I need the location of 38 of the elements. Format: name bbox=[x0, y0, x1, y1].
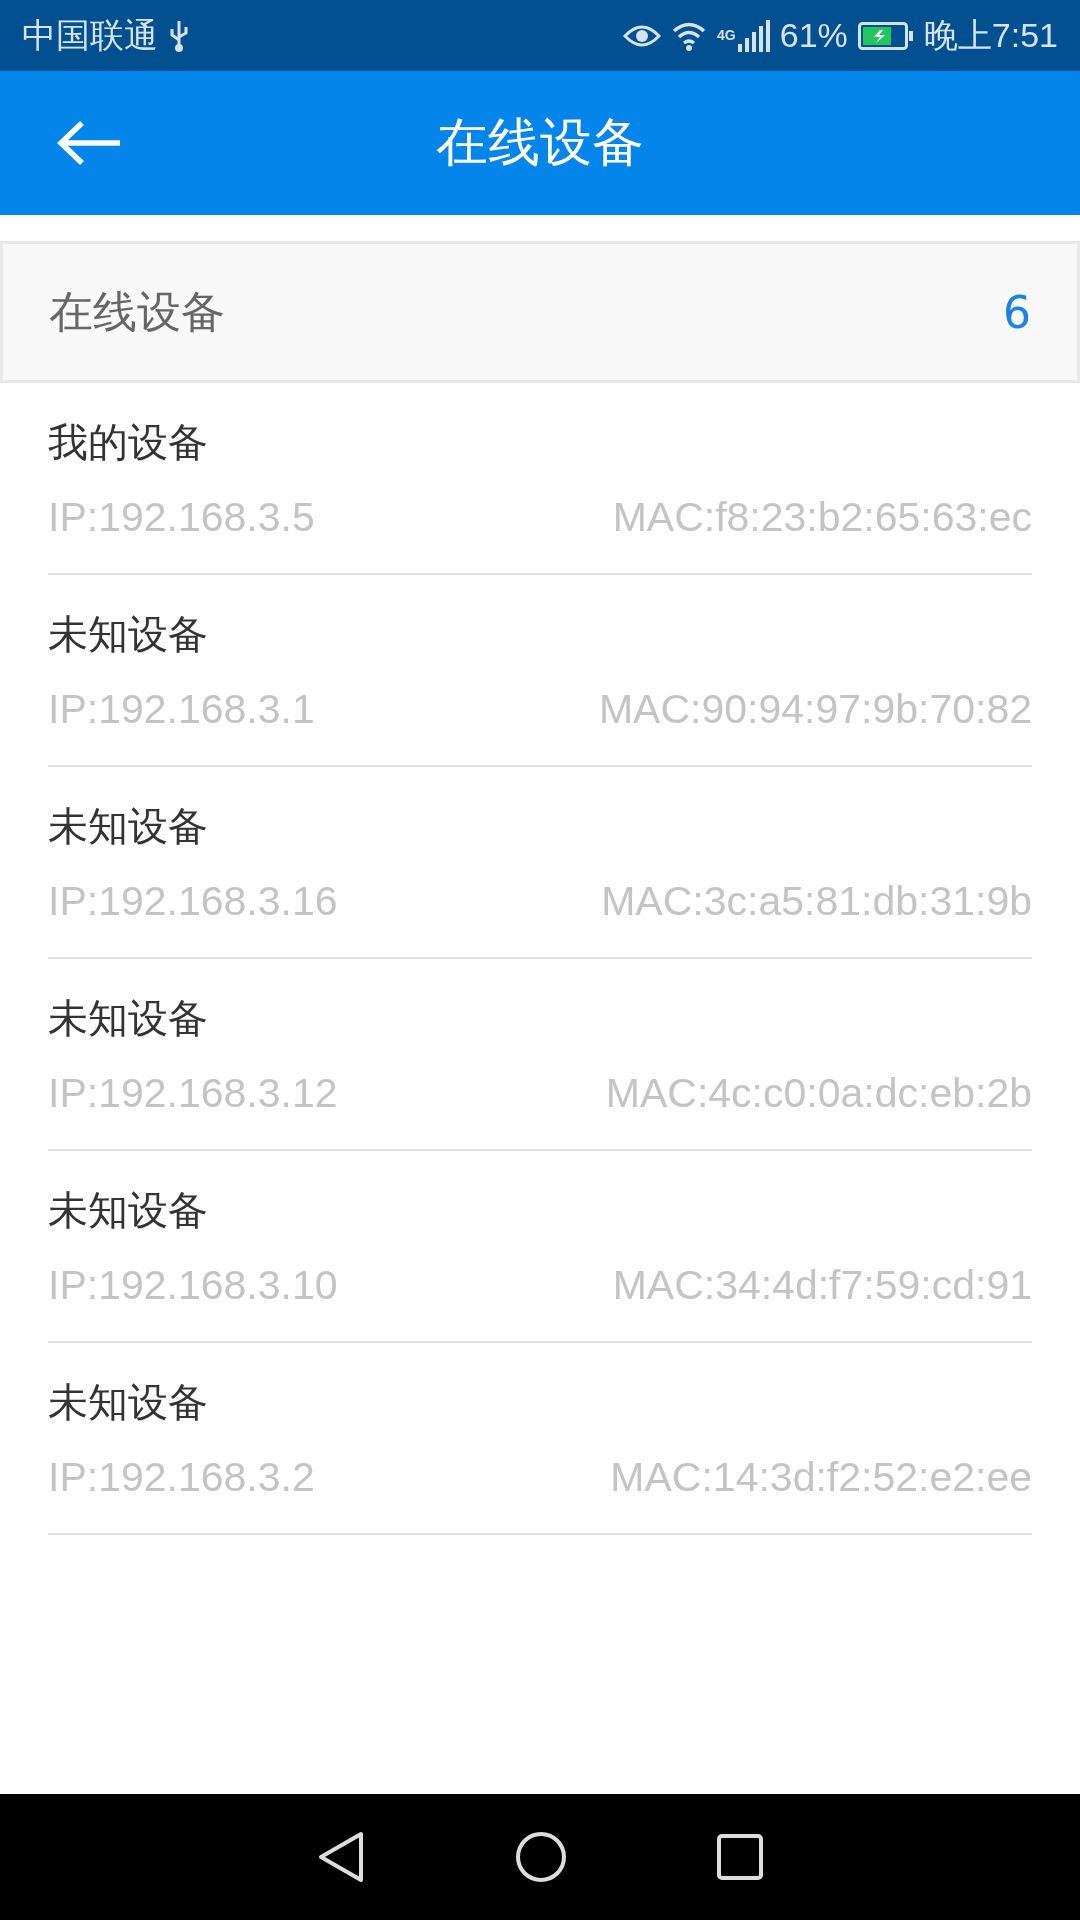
device-item[interactable]: 未知设备 IP:192.168.3.1 MAC:90:94:97:9b:70:82 bbox=[48, 575, 1032, 767]
back-nav-button[interactable] bbox=[317, 1831, 365, 1883]
ip-address: IP:192.168.3.12 bbox=[48, 1070, 338, 1117]
battery-icon bbox=[857, 21, 914, 50]
device-name: 未知设备 bbox=[48, 802, 209, 851]
recents-nav-button[interactable] bbox=[717, 1834, 763, 1880]
signal-icon bbox=[737, 19, 770, 52]
network-type: 4G bbox=[717, 26, 736, 43]
clock-time: 晚上7:51 bbox=[923, 14, 1058, 56]
device-name: 未知设备 bbox=[48, 994, 209, 1043]
summary-label: 在线设备 bbox=[49, 284, 225, 339]
ip-address: IP:192.168.3.1 bbox=[48, 686, 315, 733]
device-item[interactable]: 未知设备 IP:192.168.3.10 MAC:34:4d:f7:59:cd:91 bbox=[48, 1151, 1032, 1343]
device-name: 未知设备 bbox=[48, 1378, 209, 1427]
ip-address: IP:192.168.3.16 bbox=[48, 878, 338, 925]
device-item[interactable]: 未知设备 IP:192.168.3.2 MAC:14:3d:f2:52:e2:ee bbox=[48, 1343, 1032, 1535]
mac-address: MAC:14:3d:f2:52:e2:ee bbox=[610, 1454, 1032, 1501]
device-name: 未知设备 bbox=[48, 610, 209, 659]
device-name: 我的设备 bbox=[48, 418, 209, 467]
device-name: 未知设备 bbox=[48, 1186, 209, 1235]
ip-address: IP:192.168.3.5 bbox=[48, 494, 315, 541]
device-item[interactable]: 我的设备 IP:192.168.3.5 MAC:f8:23:b2:65:63:ec bbox=[48, 383, 1032, 575]
mac-address: MAC:4c:c0:0a:dc:eb:2b bbox=[605, 1070, 1032, 1117]
device-item[interactable]: 未知设备 IP:192.168.3.12 MAC:4c:c0:0a:dc:eb:2b bbox=[48, 959, 1032, 1151]
page-title: 在线设备 bbox=[436, 112, 644, 172]
wifi-icon bbox=[671, 20, 708, 51]
ip-address: IP:192.168.3.10 bbox=[48, 1262, 338, 1309]
mac-address: MAC:34:4d:f7:59:cd:91 bbox=[612, 1262, 1032, 1309]
mac-address: MAC:f8:23:b2:65:63:ec bbox=[612, 494, 1032, 541]
ip-address: IP:192.168.3.2 bbox=[48, 1454, 315, 1501]
device-count: 6 bbox=[1003, 286, 1031, 338]
device-item[interactable]: 未知设备 IP:192.168.3.16 MAC:3c:a5:81:db:31:9b bbox=[48, 767, 1032, 959]
mac-address: MAC:90:94:97:9b:70:82 bbox=[598, 686, 1032, 733]
battery-percent: 61% bbox=[779, 16, 848, 55]
usb-icon bbox=[168, 18, 190, 53]
carrier-name: 中国联通 bbox=[22, 14, 158, 56]
home-nav-button[interactable] bbox=[515, 1831, 567, 1883]
mac-address: MAC:3c:a5:81:db:31:9b bbox=[601, 878, 1032, 925]
